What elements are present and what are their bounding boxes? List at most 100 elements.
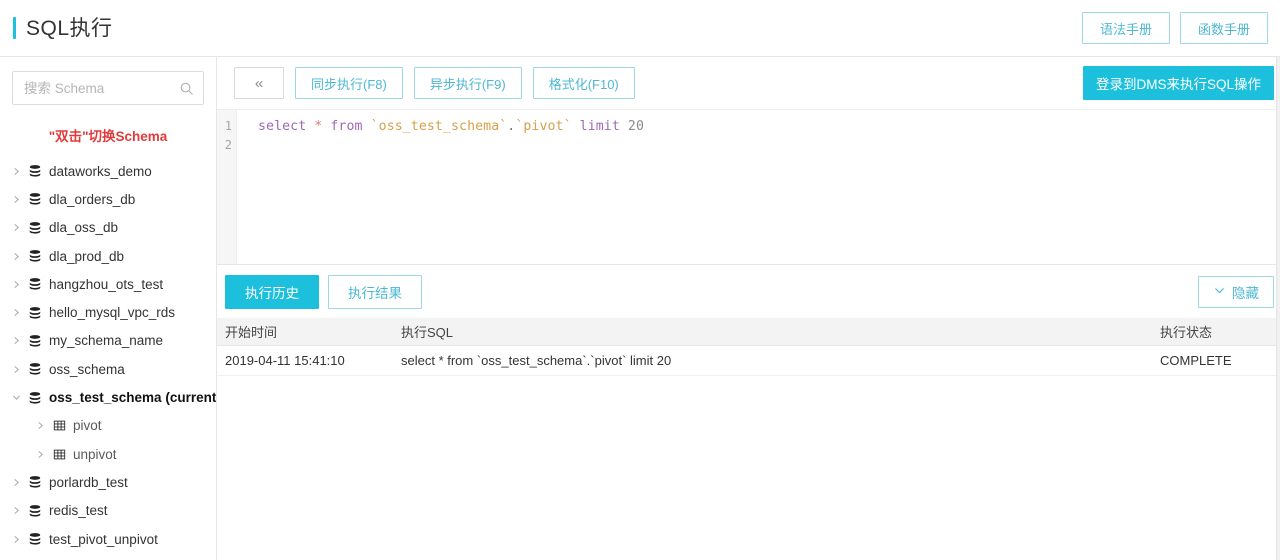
- schema-switch-hint: "双击"切换Schema: [48, 129, 168, 144]
- chevron-right-icon[interactable]: [32, 449, 48, 460]
- column-header-start-time: 开始时间: [225, 325, 278, 340]
- sidebar-item-label: hangzhou_ots_test: [49, 276, 164, 292]
- async-execute-button[interactable]: 异步执行(F9): [413, 67, 522, 99]
- column-header-sql: 执行SQL: [401, 325, 454, 340]
- cell-sql: select * from `oss_test_schema`.`pivot` …: [401, 353, 672, 368]
- sidebar-item-label: redis_test: [49, 503, 108, 519]
- database-icon: [24, 391, 46, 405]
- tab-execution-history[interactable]: 执行历史: [225, 274, 319, 309]
- database-icon: [24, 249, 46, 263]
- sidebar-item-label: oss_test_schema (current): [49, 390, 216, 406]
- chevron-down-icon[interactable]: [8, 392, 24, 403]
- history-grid: 开始时间 执行SQL 执行状态 2019-04-11 15:41:10 sele…: [217, 318, 1280, 560]
- cell-start-time: 2019-04-11 15:41:10: [225, 353, 345, 368]
- editor-code-area[interactable]: select * from `oss_test_schema`.`pivot` …: [237, 110, 1280, 264]
- chevron-right-icon[interactable]: [8, 534, 24, 545]
- database-icon: [24, 475, 46, 489]
- page-header: SQL执行 语法手册 函数手册: [0, 0, 1280, 57]
- database-icon: [24, 306, 46, 320]
- sidebar-item-dla_orders_db[interactable]: dla_orders_db: [0, 185, 216, 213]
- sidebar-item-label: oss_schema: [49, 361, 125, 377]
- database-icon: [24, 362, 46, 376]
- schema-tree: dataworks_demo dla_orders_db dla_oss_dbdla…: [0, 157, 216, 560]
- chevron-right-icon[interactable]: [8, 251, 24, 262]
- table-row[interactable]: 2019-04-11 15:41:10 select * from `oss_t…: [217, 346, 1280, 376]
- chevron-right-icon[interactable]: [8, 166, 24, 177]
- sidebar-item-oss_schema[interactable]: oss_schema: [0, 355, 216, 383]
- chevron-right-icon[interactable]: [8, 364, 24, 375]
- hide-panel-button[interactable]: 隐藏: [1198, 275, 1274, 308]
- sql-token: `pivot`: [515, 119, 572, 134]
- sidebar-item-hangzhou_ots_test[interactable]: hangzhou_ots_test: [0, 270, 216, 298]
- search-input[interactable]: [22, 79, 179, 97]
- collapse-sidebar-button[interactable]: «: [234, 67, 284, 99]
- sidebar-item-label: my_schema_name: [49, 333, 164, 349]
- database-icon: [24, 334, 46, 348]
- sidebar-item-unpivot[interactable]: unpivot: [0, 440, 216, 468]
- database-icon: [24, 192, 46, 206]
- chevron-right-icon[interactable]: [8, 505, 24, 516]
- search-icon[interactable]: [179, 81, 194, 96]
- title-accent-bar: [13, 17, 16, 39]
- database-icon: [24, 504, 46, 518]
- page-body: "双击"切换Schema dataworks_demo dla_orders_db…: [0, 57, 1280, 560]
- editor-toolbar: « 同步执行(F8) 异步执行(F9) 格式化(F10) 登录到DMS来执行SQ…: [217, 57, 1280, 109]
- sidebar-item-dataworks_demo[interactable]: dataworks_demo: [0, 157, 216, 185]
- results-panel: 执行历史 执行结果 隐藏 开始时间 执行SQL 执行状态 2019-04-11 …: [217, 264, 1280, 560]
- grid-empty-area: [217, 376, 1280, 560]
- sync-execute-button[interactable]: 同步执行(F8): [295, 67, 403, 99]
- chevron-down-icon: [1213, 284, 1226, 300]
- table-icon: [48, 448, 70, 461]
- sidebar-item-oss_test_schema[interactable]: oss_test_schema (current): [0, 383, 216, 411]
- sql-token: `oss_test_schema`: [370, 119, 508, 134]
- chevron-right-icon[interactable]: [8, 335, 24, 346]
- sidebar-item-pivot[interactable]: pivot: [0, 412, 216, 440]
- chevron-right-icon[interactable]: [8, 222, 24, 233]
- sidebar-item-label: dla_orders_db: [49, 191, 136, 207]
- sidebar-item-my_schema_name[interactable]: my_schema_name: [0, 327, 216, 355]
- chevron-right-icon[interactable]: [32, 420, 48, 431]
- sidebar-item-label: dla_prod_db: [49, 248, 125, 264]
- database-icon: [24, 164, 46, 178]
- sidebar-item-label: porlardb_test: [49, 474, 128, 490]
- page-title: SQL执行: [26, 16, 113, 40]
- database-icon: [24, 277, 46, 291]
- sidebar-item-label: dataworks_demo: [49, 163, 152, 179]
- sql-token: 20: [627, 119, 645, 134]
- sidebar-item-label: hello_mysql_vpc_rds: [49, 305, 176, 321]
- syntax-manual-button[interactable]: 语法手册: [1081, 12, 1170, 44]
- sidebar-item-test_pivot_unpivot[interactable]: test_pivot_unpivot: [0, 525, 216, 553]
- login-dms-button[interactable]: 登录到DMS来执行SQL操作: [1082, 66, 1274, 100]
- sql-token: limit: [579, 119, 620, 134]
- sidebar-item-dla_prod_db[interactable]: dla_prod_db: [0, 242, 216, 270]
- schema-search-box[interactable]: [12, 71, 204, 105]
- chevron-right-icon[interactable]: [8, 477, 24, 488]
- sql-editor[interactable]: 12 select * from `oss_test_schema`.`pivo…: [217, 109, 1280, 264]
- chevron-right-icon[interactable]: [8, 307, 24, 318]
- format-button[interactable]: 格式化(F10): [532, 67, 635, 99]
- function-manual-button[interactable]: 函数手册: [1179, 12, 1268, 44]
- schema-search-wrap: [0, 57, 216, 115]
- line-number: 2: [224, 138, 232, 152]
- sidebar-item-redis_test[interactable]: redis_test: [0, 497, 216, 525]
- chevron-right-icon[interactable]: [8, 194, 24, 205]
- schema-sidebar: "双击"切换Schema dataworks_demo dla_orders_db…: [0, 57, 217, 560]
- tab-execution-result[interactable]: 执行结果: [328, 274, 422, 309]
- chevron-right-icon[interactable]: [8, 279, 24, 290]
- column-header-status: 执行状态: [1160, 325, 1213, 340]
- vertical-scrollbar[interactable]: [1276, 57, 1280, 560]
- table-icon: [48, 419, 70, 432]
- sidebar-item-label: test_pivot_unpivot: [49, 531, 158, 547]
- editor-line-numbers: 12: [217, 110, 237, 264]
- sql-execution-page: SQL执行 语法手册 函数手册 "双击"切换Schema datawo: [0, 0, 1280, 560]
- sidebar-item-hello_mysql_vpc_rds[interactable]: hello_mysql_vpc_rds: [0, 298, 216, 326]
- sidebar-item-porlardb_test[interactable]: porlardb_test: [0, 468, 216, 496]
- main-panel: « 同步执行(F8) 异步执行(F9) 格式化(F10) 登录到DMS来执行SQ…: [217, 57, 1280, 560]
- sidebar-item-dla_oss_db[interactable]: dla_oss_db: [0, 214, 216, 242]
- sql-token: from: [330, 119, 363, 134]
- database-icon: [24, 532, 46, 546]
- results-tabs-row: 执行历史 执行结果 隐藏: [217, 265, 1280, 318]
